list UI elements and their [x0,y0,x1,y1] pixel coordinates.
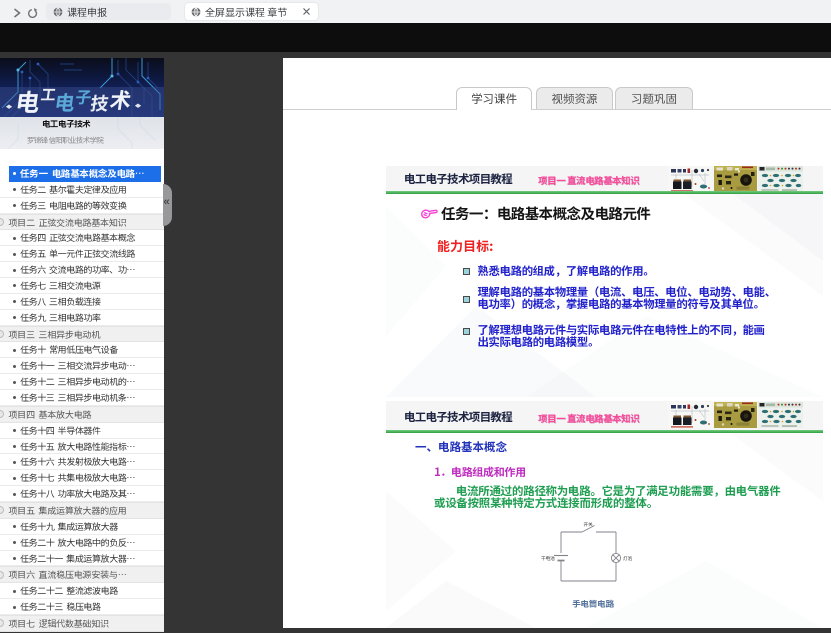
svg-text:开关: 开关 [583,522,593,528]
svg-text:技: 技 [89,90,111,116]
svg-text:术: 术 [108,85,133,115]
svg-text:干电池: 干电池 [541,556,555,562]
svg-text:电: 电 [14,83,43,117]
svg-text:灯泡: 灯泡 [623,556,633,562]
